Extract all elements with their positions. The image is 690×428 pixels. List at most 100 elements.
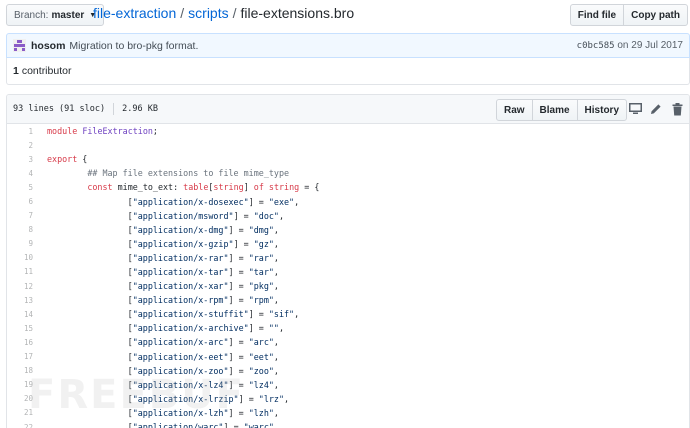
breadcrumb-separator: / bbox=[180, 5, 185, 21]
breadcrumb-file-name: file-extensions.bro bbox=[240, 5, 355, 21]
contributor-label[interactable]: contributor bbox=[22, 65, 72, 77]
line-code: ["application/x-tar"] = "tar", bbox=[47, 266, 279, 277]
line-number[interactable]: 1 bbox=[7, 127, 37, 136]
branch-value: master bbox=[51, 9, 85, 21]
line-number[interactable]: 15 bbox=[7, 324, 37, 333]
file-viewer: 93 lines (91 sloc) 2.96 KB Raw Blame His… bbox=[6, 94, 690, 428]
line-code: ["application/x-dmg"] = "dmg", bbox=[47, 224, 279, 235]
line-number[interactable]: 2 bbox=[7, 141, 37, 150]
history-button[interactable]: History bbox=[576, 99, 627, 121]
line-number[interactable]: 22 bbox=[7, 423, 37, 428]
commit-meta: c0bc585 on 29 Jul 2017 bbox=[577, 40, 683, 51]
code-line: 17 ["application/x-eet"] = "eet", bbox=[7, 350, 689, 364]
code-line: 14 ["application/x-stuffit"] = "sif", bbox=[7, 307, 689, 321]
line-code: ["application/x-dosexec"] = "exe", bbox=[47, 196, 300, 207]
code-line: 19 ["application/x-lz4"] = "lz4", bbox=[7, 378, 689, 392]
line-code: ["application/x-lz4"] = "lz4", bbox=[47, 379, 279, 390]
avatar[interactable] bbox=[13, 39, 26, 52]
branch-label: Branch: bbox=[14, 9, 49, 21]
code-line: 13 ["application/x-rpm"] = "rpm", bbox=[7, 293, 689, 307]
line-code: ["application/x-stuffit"] = "sif", bbox=[47, 309, 300, 320]
line-number[interactable]: 7 bbox=[7, 211, 37, 220]
line-code: ["application/x-rar"] = "rar", bbox=[47, 252, 279, 263]
line-code: ["application/x-xar"] = "pkg", bbox=[47, 281, 279, 292]
code-line: 7 ["application/msword"] = "doc", bbox=[7, 209, 689, 223]
line-code: ["application/x-zoo"] = "zoo", bbox=[47, 365, 279, 376]
code-line: 4 ## Map file extensions to file mime_ty… bbox=[7, 166, 689, 180]
line-number[interactable]: 3 bbox=[7, 155, 37, 164]
contributor-count: 1 bbox=[13, 65, 19, 77]
line-number[interactable]: 21 bbox=[7, 408, 37, 417]
line-code: module FileExtraction; bbox=[47, 126, 158, 137]
code-line: 9 ["application/x-gzip"] = "gz", bbox=[7, 237, 689, 251]
desktop-icon[interactable] bbox=[628, 102, 642, 116]
line-code: const mime_to_ext: table[string] of stri… bbox=[87, 182, 320, 193]
line-number[interactable]: 10 bbox=[7, 253, 37, 262]
code-line: 11 ["application/x-tar"] = "tar", bbox=[7, 265, 689, 279]
breadcrumb-separator: / bbox=[232, 5, 237, 21]
latest-commit-box: hosom Migration to bro-pkg format. c0bc5… bbox=[6, 33, 690, 58]
code-line: 6 ["application/x-dosexec"] = "exe", bbox=[7, 194, 689, 208]
copy-path-button[interactable]: Copy path bbox=[623, 4, 688, 26]
pencil-icon[interactable] bbox=[649, 102, 663, 116]
code-line: 10 ["application/x-rar"] = "rar", bbox=[7, 251, 689, 265]
file-actions-group: Raw Blame History bbox=[495, 99, 627, 121]
commit-date: on 29 Jul 2017 bbox=[617, 40, 683, 51]
line-number[interactable]: 16 bbox=[7, 338, 37, 347]
line-number[interactable]: 4 bbox=[7, 169, 37, 178]
line-code: ["application/x-gzip"] = "gz", bbox=[47, 238, 279, 249]
line-code: ## Map file extensions to file mime_type bbox=[47, 168, 290, 179]
line-number[interactable]: 12 bbox=[7, 282, 37, 291]
file-nav-button-group: Find file Copy path bbox=[569, 4, 688, 26]
line-number[interactable]: 13 bbox=[7, 296, 37, 305]
code-line: 15 ["application/x-archive"] = "", bbox=[7, 321, 689, 335]
code-line: 16 ["application/x-arc"] = "arc", bbox=[7, 335, 689, 349]
identicon-icon bbox=[14, 40, 25, 51]
code-line: 22 ["application/warc"] = "warc", bbox=[7, 420, 689, 428]
code-line: 20 ["application/x-lrzip"] = "lrz", bbox=[7, 392, 689, 406]
trash-icon[interactable] bbox=[670, 102, 684, 116]
blame-button[interactable]: Blame bbox=[531, 99, 578, 121]
line-number[interactable]: 6 bbox=[7, 197, 37, 206]
file-info-divider bbox=[113, 103, 115, 115]
code-line: 12 ["application/x-xar"] = "pkg", bbox=[7, 279, 689, 293]
line-number[interactable]: 19 bbox=[7, 380, 37, 389]
line-number[interactable]: 14 bbox=[7, 310, 37, 319]
line-code: ["application/msword"] = "doc", bbox=[47, 210, 284, 221]
code-line: 3 export { bbox=[7, 152, 689, 166]
line-number[interactable]: 11 bbox=[7, 267, 37, 276]
code-line: 5 const mime_to_ext: table[string] of st… bbox=[7, 180, 689, 194]
code-line: 21 ["application/x-lzh"] = "lzh", bbox=[7, 406, 689, 420]
line-code: ["application/warc"] = "warc", bbox=[47, 422, 279, 428]
code-blob: 1 module FileExtraction; 2 3 export {4 ## Ma… bbox=[7, 124, 689, 428]
file-info: 93 lines (91 sloc) 2.96 KB bbox=[13, 103, 158, 115]
commit-author-link[interactable]: hosom bbox=[31, 40, 65, 52]
line-number[interactable]: 17 bbox=[7, 352, 37, 361]
line-code: ["application/x-arc"] = "arc", bbox=[47, 337, 279, 348]
line-code: ["application/x-rpm"] = "rpm", bbox=[47, 295, 279, 306]
code-line: 8 ["application/x-dmg"] = "dmg", bbox=[7, 223, 689, 237]
line-number[interactable]: 9 bbox=[7, 239, 37, 248]
contributors-box: 1 contributor bbox=[6, 58, 690, 85]
commit-sha-link[interactable]: c0bc585 bbox=[577, 41, 615, 51]
code-line: 18 ["application/x-zoo"] = "zoo", bbox=[7, 364, 689, 378]
commit-message-link[interactable]: Migration to bro-pkg format. bbox=[69, 40, 198, 52]
raw-button[interactable]: Raw bbox=[495, 99, 533, 121]
branch-select-button[interactable]: Branch: master ▼ bbox=[6, 4, 105, 26]
line-number[interactable]: 5 bbox=[7, 183, 37, 192]
line-code: ["application/x-lzh"] = "lzh", bbox=[47, 407, 279, 418]
breadcrumb-folder-link[interactable]: scripts bbox=[188, 5, 228, 21]
breadcrumb-repo-link[interactable]: file-extraction bbox=[93, 5, 176, 21]
file-navigation-bar: Branch: master ▼ file-extraction / scrip… bbox=[0, 0, 690, 30]
line-number[interactable]: 8 bbox=[7, 225, 37, 234]
line-code: ["application/x-lrzip"] = "lrz", bbox=[47, 393, 290, 404]
find-file-button[interactable]: Find file bbox=[569, 4, 625, 26]
code-line: 2 bbox=[7, 138, 689, 152]
breadcrumb: file-extraction / scripts / file-extensi… bbox=[93, 5, 354, 21]
line-number[interactable]: 20 bbox=[7, 394, 37, 403]
code-line: 1 module FileExtraction; bbox=[7, 124, 689, 138]
file-lines-info: 93 lines (91 sloc) bbox=[13, 104, 106, 114]
line-code: ["application/x-eet"] = "eet", bbox=[47, 351, 279, 362]
line-number[interactable]: 18 bbox=[7, 366, 37, 375]
file-header: 93 lines (91 sloc) 2.96 KB Raw Blame His… bbox=[7, 95, 689, 124]
